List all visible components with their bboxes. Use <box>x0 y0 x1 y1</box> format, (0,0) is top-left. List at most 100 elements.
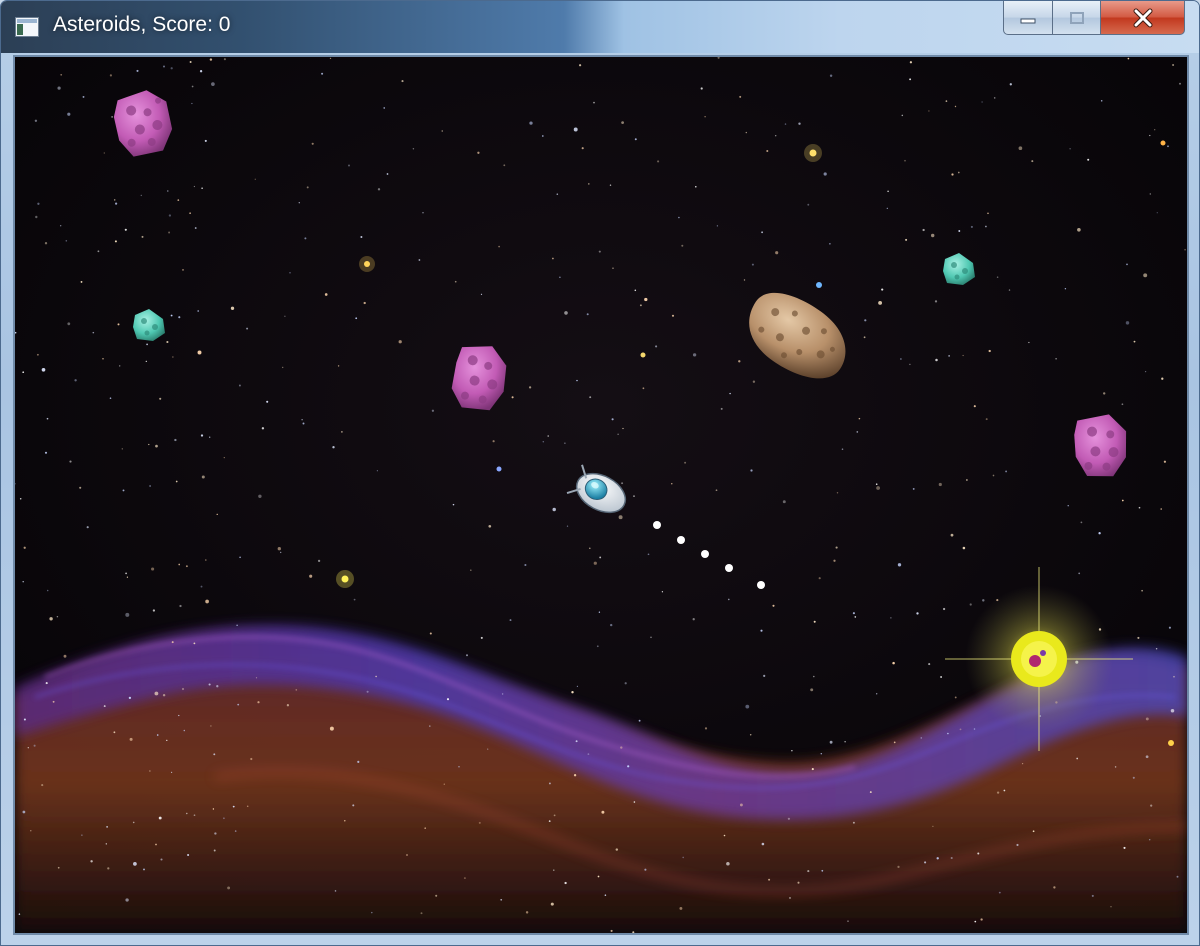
star <box>738 360 741 363</box>
star <box>193 642 196 645</box>
star <box>564 311 568 315</box>
star <box>904 159 906 162</box>
star <box>232 805 235 808</box>
minimize-button[interactable] <box>1003 1 1053 35</box>
star <box>704 115 706 118</box>
game-window: Asteroids, Score: 0 <box>0 0 1200 946</box>
star <box>807 203 810 206</box>
star <box>1149 134 1151 137</box>
star <box>593 561 597 565</box>
star <box>1021 762 1024 765</box>
star <box>934 300 938 303</box>
star <box>186 812 188 815</box>
star <box>571 691 574 694</box>
star <box>1170 708 1175 713</box>
star <box>922 228 925 232</box>
star <box>954 105 957 108</box>
star <box>1176 875 1179 878</box>
star <box>216 685 219 688</box>
star <box>782 500 786 504</box>
star <box>352 804 355 807</box>
star <box>398 340 402 344</box>
star <box>916 612 919 615</box>
star <box>347 164 351 167</box>
star <box>847 920 849 922</box>
star <box>19 497 22 500</box>
star <box>375 675 377 678</box>
star <box>970 225 973 228</box>
star <box>821 869 824 872</box>
star <box>286 704 290 707</box>
game-scene <box>15 57 1187 933</box>
star <box>125 612 130 617</box>
star <box>132 821 135 824</box>
star <box>304 237 307 240</box>
star <box>117 323 120 326</box>
star <box>178 714 180 717</box>
star <box>478 821 481 824</box>
title-bar[interactable]: Asteroids, Score: 0 <box>1 1 1199 53</box>
star <box>633 801 636 803</box>
star <box>1008 289 1011 291</box>
star <box>948 355 950 357</box>
close-icon <box>1133 8 1152 27</box>
star <box>1018 146 1023 151</box>
star <box>160 858 163 861</box>
star <box>601 810 605 814</box>
star <box>969 603 972 606</box>
star <box>166 340 169 344</box>
star <box>593 101 595 104</box>
star <box>1167 145 1169 148</box>
star <box>787 817 791 820</box>
star <box>548 782 551 785</box>
star <box>257 701 260 704</box>
bullet <box>725 564 733 572</box>
star <box>829 242 831 245</box>
close-button[interactable] <box>1101 1 1185 35</box>
star <box>193 185 196 188</box>
star <box>655 345 658 348</box>
star <box>936 857 939 860</box>
star <box>33 744 36 747</box>
star <box>1144 370 1147 373</box>
star <box>122 489 125 492</box>
star <box>401 80 404 83</box>
star <box>1143 273 1148 278</box>
star <box>63 654 67 658</box>
star <box>1121 499 1124 502</box>
star <box>332 446 335 449</box>
star <box>211 82 215 86</box>
star <box>113 731 116 734</box>
star <box>1121 403 1124 406</box>
star <box>376 470 378 472</box>
star <box>579 64 582 67</box>
game-canvas[interactable] <box>13 55 1189 935</box>
star <box>441 130 443 132</box>
star <box>1103 392 1106 395</box>
maximize-button[interactable] <box>1053 1 1101 35</box>
star <box>155 444 158 448</box>
star <box>980 918 983 921</box>
star <box>170 314 173 317</box>
star <box>201 475 205 479</box>
star <box>317 559 321 563</box>
star <box>133 862 137 866</box>
star <box>155 843 157 846</box>
star <box>171 771 173 774</box>
bullet <box>677 536 685 544</box>
star <box>170 67 173 70</box>
star <box>977 852 980 855</box>
window-title: Asteroids, Score: 0 <box>53 13 231 36</box>
star <box>36 353 39 356</box>
star <box>550 902 554 906</box>
star <box>981 101 983 103</box>
star <box>634 138 637 141</box>
star <box>624 682 627 685</box>
star <box>500 898 503 901</box>
star <box>284 315 286 317</box>
star <box>162 65 166 68</box>
star <box>1055 358 1057 360</box>
star <box>727 598 730 601</box>
star <box>829 740 833 744</box>
star <box>854 616 857 618</box>
